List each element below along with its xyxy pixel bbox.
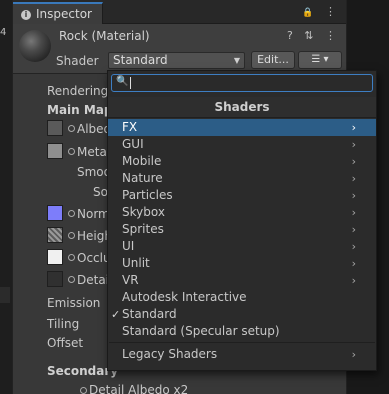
menu-item-fx[interactable]: FX ›: [108, 119, 376, 136]
menu-item-skybox[interactable]: Skybox ›: [108, 204, 376, 221]
detail-albedo-dot[interactable]: [80, 387, 87, 394]
menu-item-autodesk-interactive[interactable]: Autodesk Interactive: [108, 289, 376, 306]
normal-dot[interactable]: [68, 210, 75, 217]
menu-item-label: Autodesk Interactive: [122, 290, 247, 304]
menu-divider: [109, 342, 375, 343]
adjacent-panel: 4: [0, 0, 12, 394]
menu-item-label: Particles: [122, 188, 173, 202]
menu-item-nature[interactable]: Nature ›: [108, 170, 376, 187]
tiling-label: Tiling: [47, 317, 80, 331]
normal-map-slot[interactable]: [47, 205, 63, 221]
search-icon: 🔍: [116, 76, 129, 87]
chevron-right-icon: ›: [351, 138, 356, 151]
metallic-dot[interactable]: [68, 148, 75, 155]
shader-value: Standard: [113, 53, 168, 67]
emission-label: Emission: [47, 296, 101, 310]
chevron-right-icon: ›: [351, 348, 356, 361]
chevron-right-icon: ›: [351, 172, 356, 185]
shader-dropdown-menu: 🔍 Shaders FX › GUI › Mobile › Nature › P…: [107, 70, 377, 371]
occlusion-slot[interactable]: [47, 249, 63, 265]
menu-item-unlit[interactable]: Unlit ›: [108, 255, 376, 272]
menu-item-vr[interactable]: VR ›: [108, 272, 376, 289]
chevron-right-icon: ›: [351, 121, 356, 134]
menu-item-legacy-shaders[interactable]: Legacy Shaders ›: [108, 346, 376, 363]
albedo-color-dot[interactable]: [68, 125, 75, 132]
detail-albedo-label: Detail Albedo x2: [89, 383, 189, 394]
detail-mask-label: Detai: [77, 273, 110, 287]
offset-label: Offset: [47, 336, 84, 350]
rendering-mode-label: Rendering: [47, 84, 109, 98]
tab-inspector-label: Inspector: [36, 7, 92, 21]
material-preview-icon: [19, 30, 51, 62]
text-caret: [130, 77, 131, 89]
menu-item-label: Standard (Specular setup): [122, 324, 280, 338]
shader-dropdown[interactable]: Standard ▼: [108, 52, 245, 69]
source-label: So: [93, 185, 108, 199]
menu-item-label: Nature: [122, 171, 163, 185]
checkmark-icon: ✓: [111, 308, 121, 321]
lock-icon[interactable]: 🔒: [302, 8, 317, 18]
chevron-right-icon: ›: [351, 240, 356, 253]
menu-item-standard-specular[interactable]: Standard (Specular setup): [108, 323, 376, 340]
menu-item-particles[interactable]: Particles ›: [108, 187, 376, 204]
material-name: Rock (Material): [59, 29, 150, 43]
header-icons[interactable]: ? ⇅ ⋮: [287, 29, 340, 42]
menu-item-sprites[interactable]: Sprites ›: [108, 221, 376, 238]
tab-tools: 🔒 ⋮: [302, 5, 340, 18]
occlusion-dot[interactable]: [68, 254, 75, 261]
tab-inspector[interactable]: i Inspector: [13, 2, 103, 24]
menu-item-standard[interactable]: ✓ Standard: [108, 306, 376, 323]
albedo-texture-slot[interactable]: [47, 120, 63, 136]
adjacent-panel-number: 4: [0, 27, 7, 38]
window-menu-icon[interactable]: ⋮: [325, 5, 340, 18]
menu-item-label: GUI: [122, 137, 144, 151]
chevron-right-icon: ›: [351, 206, 356, 219]
inspector-tabbar: i Inspector 🔒 ⋮: [13, 0, 346, 24]
dropdown-title: Shaders: [108, 97, 376, 118]
normal-map-label: Norm: [77, 207, 110, 221]
metallic-texture-slot[interactable]: [47, 143, 63, 159]
chevron-right-icon: ›: [351, 155, 356, 168]
height-map-slot[interactable]: [47, 227, 63, 243]
chevron-right-icon: ›: [351, 257, 356, 270]
menu-item-label: Sprites: [122, 222, 164, 236]
menu-item-label: UI: [122, 239, 135, 253]
detail-dot[interactable]: [68, 276, 75, 283]
edit-shader-button[interactable]: Edit...: [251, 51, 295, 69]
metallic-label: Meta: [77, 145, 107, 159]
detail-mask-slot[interactable]: [47, 271, 63, 287]
shader-list-button[interactable]: ☰ ▾: [298, 51, 342, 69]
material-header: Rock (Material) ? ⇅ ⋮ Shader Standard ▼ …: [13, 24, 346, 74]
menu-item-label: Standard: [122, 307, 177, 321]
menu-item-gui[interactable]: GUI ›: [108, 136, 376, 153]
menu-item-mobile[interactable]: Mobile ›: [108, 153, 376, 170]
occlusion-label: Occlu: [77, 251, 111, 265]
adjacent-panel-handle: [0, 287, 10, 303]
chevron-right-icon: ›: [351, 223, 356, 236]
chevron-right-icon: ›: [351, 189, 356, 202]
menu-item-label: Skybox: [122, 205, 165, 219]
menu-item-label: Mobile: [122, 154, 162, 168]
info-icon: i: [21, 10, 31, 20]
menu-item-label: Unlit: [122, 256, 150, 270]
shader-search-input[interactable]: 🔍: [111, 74, 373, 92]
chevron-right-icon: ›: [351, 274, 356, 287]
height-dot[interactable]: [68, 232, 75, 239]
menu-item-label: VR: [122, 273, 139, 287]
menu-item-ui[interactable]: UI ›: [108, 238, 376, 255]
menu-item-label: FX: [122, 120, 138, 134]
shader-label: Shader: [56, 54, 99, 68]
menu-item-label: Legacy Shaders: [122, 347, 218, 361]
chevron-down-icon: ▼: [233, 56, 240, 65]
smoothness-label: Smoo: [77, 165, 111, 179]
